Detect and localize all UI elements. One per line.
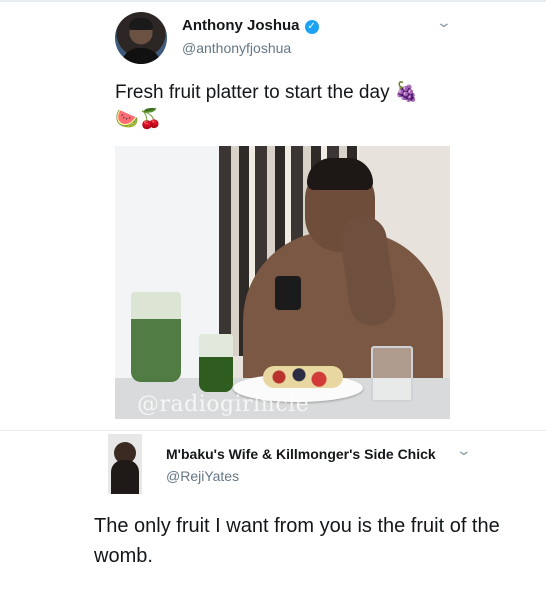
photo-small-juice-glass [199,334,233,392]
tweet-divider [0,430,546,431]
tweet-text: The only fruit I want from you is the fr… [94,515,500,567]
author-name-text: Anthony Joshua [182,17,300,34]
photo-green-juice-glass [131,292,181,382]
author-name[interactable]: M'baku's Wife & Killmonger's Side Chick [166,446,436,462]
photo-watermark: @radiogirlncle [137,392,310,417]
tweet-text: Fresh fruit platter to start the day 🍇 [115,80,419,104]
tweet-photo[interactable]: @radiogirlncle [115,146,450,419]
avatar-shirt [121,48,161,64]
photo-fruit [263,366,343,388]
photo-person-hair [307,158,373,190]
avatar[interactable] [115,12,167,64]
avatar[interactable] [108,434,142,494]
tweet-anthony-joshua[interactable]: Anthony Joshua ✓ @anthonyfjoshua ⌄ Fresh … [0,0,546,430]
author-handle[interactable]: @RejiYates [166,468,239,484]
chevron-down-icon[interactable]: ⌄ [436,14,452,31]
tweet-text-body: Fresh fruit platter to start the day [115,82,390,103]
photo-water-glass [371,346,413,402]
author-name[interactable]: Anthony Joshua ✓ [182,17,319,34]
photo-phone [275,276,301,310]
emoji-line: 🍉🍒 [115,109,163,130]
verified-badge-icon: ✓ [304,20,319,34]
author-handle[interactable]: @anthonyfjoshua [182,40,291,56]
avatar-body [111,460,139,494]
grapes-emoji-icon: 🍇 [394,82,419,103]
avatar-cap [129,18,153,30]
chevron-down-icon[interactable]: ⌄ [456,442,472,459]
